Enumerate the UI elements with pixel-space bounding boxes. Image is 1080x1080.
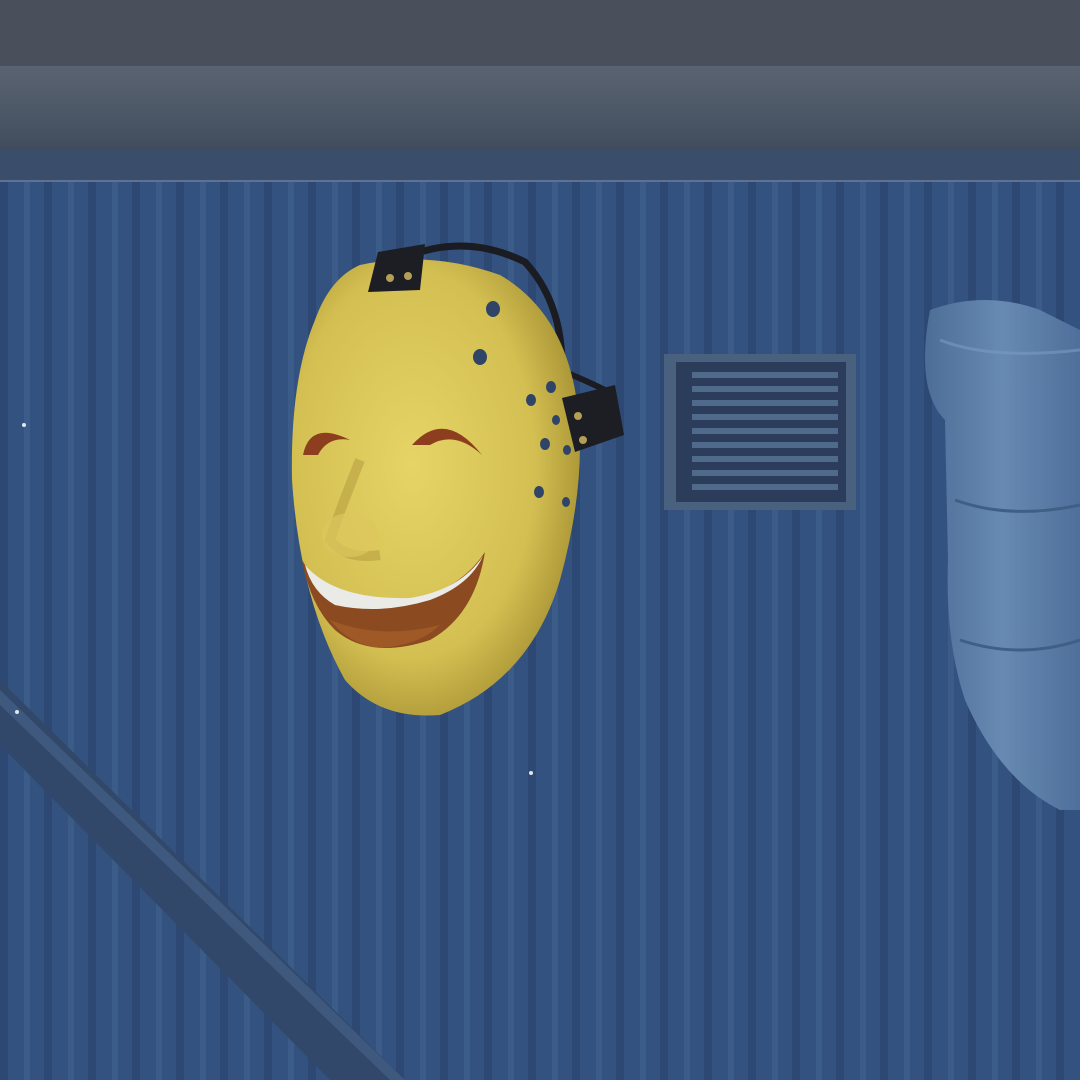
wall-vent [664,354,856,510]
game-scene [0,0,1080,1080]
upper-wall-band [0,0,1080,70]
ceiling-beam [0,66,1080,156]
scene-svg [0,0,1080,1080]
